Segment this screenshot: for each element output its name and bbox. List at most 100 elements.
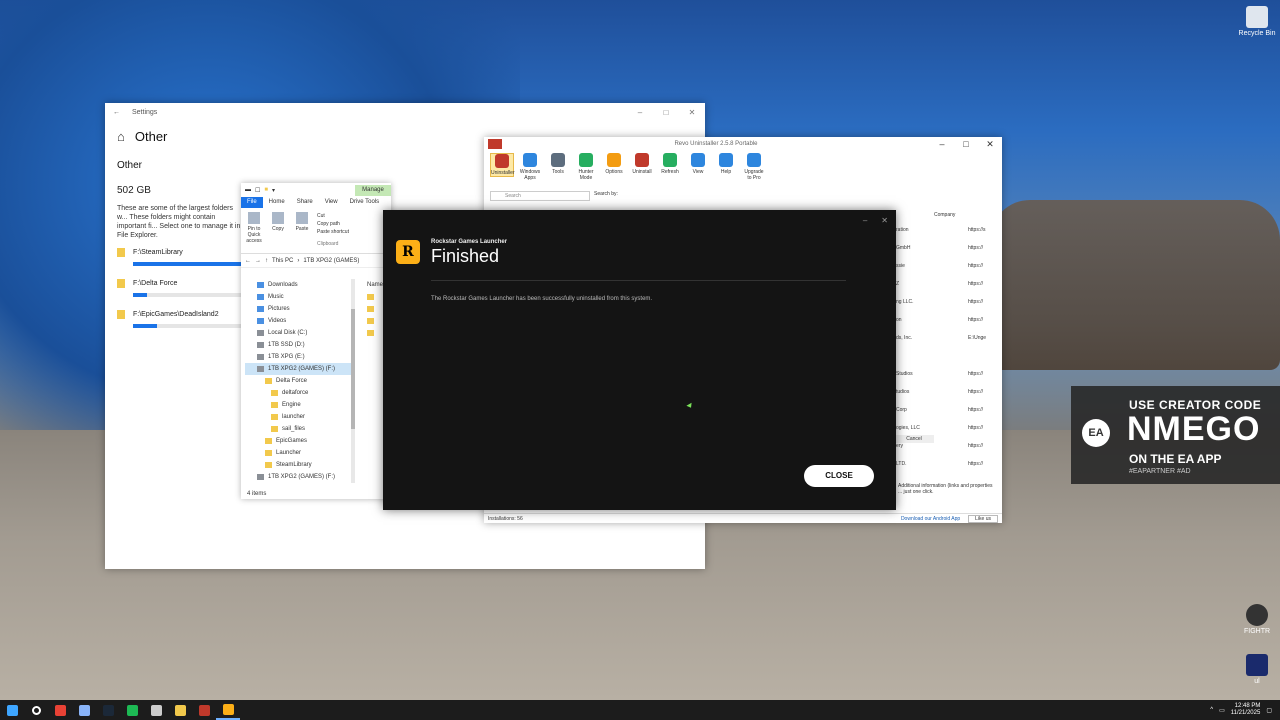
qa-icon[interactable]: ▬	[245, 187, 251, 193]
toolbar-button-help[interactable]: Help	[714, 153, 738, 175]
company-cell[interactable]: ds, Inc.	[896, 329, 936, 347]
paste-shortcut-button[interactable]: Paste shortcut	[317, 228, 349, 236]
list-item[interactable]	[367, 303, 383, 315]
network-icon[interactable]: ▭	[1219, 707, 1225, 714]
nav-item[interactable]: 1TB SSD (D:)	[245, 339, 355, 351]
toolbar-button-upgrade-to-pro[interactable]: Upgrade to Pro	[742, 153, 766, 181]
toolbar-button-view[interactable]: View	[686, 153, 710, 175]
close-icon[interactable]: ✕	[978, 139, 1002, 150]
link-cell[interactable]: https://	[968, 239, 996, 257]
company-cell[interactable]: ssie	[896, 257, 936, 275]
minimize-icon[interactable]: –	[863, 216, 867, 225]
desktop-app-icon[interactable]: ul	[1234, 654, 1280, 685]
forward-icon[interactable]: →	[255, 258, 261, 264]
company-cell[interactable]: GmbH	[896, 239, 936, 257]
link-cell[interactable]: https://	[968, 419, 996, 437]
nav-item[interactable]: Pictures	[245, 303, 355, 315]
company-cell[interactable]	[896, 347, 936, 365]
tab-drive-tools[interactable]: Drive Tools	[344, 197, 386, 208]
close-icon[interactable]: ✕	[881, 216, 888, 225]
link-cell[interactable]: https://	[968, 275, 996, 293]
nav-item[interactable]: Local Disk (C:)	[245, 327, 355, 339]
folder-item[interactable]: F:\SteamLibrary	[117, 248, 253, 266]
back-arrow-icon[interactable]: ←	[113, 109, 120, 116]
paste-button[interactable]: Paste	[293, 212, 311, 249]
nav-scrollbar[interactable]	[351, 279, 355, 483]
start-icon[interactable]	[0, 700, 24, 720]
nav-item[interactable]: launcher	[245, 411, 355, 423]
like-us-button[interactable]: Like us	[968, 514, 998, 523]
nav-item[interactable]: sail_files	[245, 423, 355, 435]
notifications-icon[interactable]: ▢	[1266, 707, 1272, 714]
list-item[interactable]	[367, 327, 383, 339]
toolbar-button-tools[interactable]: Tools	[546, 153, 570, 175]
maximize-icon[interactable]: □	[653, 108, 679, 117]
folder-item[interactable]: F:\EpicGames\DeadIsland2	[117, 310, 253, 328]
tab-share[interactable]: Share	[291, 197, 319, 208]
spotify-icon[interactable]	[120, 700, 144, 720]
pin-button[interactable]: Pin to Quick access	[245, 212, 263, 249]
nav-item[interactable]: 1TB XPG (E:)	[245, 351, 355, 363]
link-cell[interactable]: https://s	[968, 221, 996, 239]
minimize-icon[interactable]: –	[930, 139, 954, 149]
copy-path-button[interactable]: Copy path	[317, 220, 349, 228]
nav-item[interactable]: Delta Force	[245, 375, 355, 387]
company-cell[interactable]: Z	[896, 275, 936, 293]
qa-icon[interactable]: ☐	[255, 187, 260, 194]
company-cell[interactable]: ration	[896, 221, 936, 239]
tab-home[interactable]: Home	[263, 197, 291, 208]
copy-button[interactable]: Copy	[269, 212, 287, 249]
nav-item[interactable]: Videos	[245, 315, 355, 327]
link-cell[interactable]: https://	[968, 365, 996, 383]
clock[interactable]: 12:48 PM 11/21/2025	[1231, 703, 1261, 717]
maximize-icon[interactable]: □	[954, 139, 978, 149]
recycle-bin-icon[interactable]: Recycle Bin	[1234, 6, 1280, 37]
nav-item[interactable]: 1TB XPG2 (GAMES) (F:)	[245, 471, 355, 483]
download-android-link[interactable]: Download our Android App	[901, 516, 960, 522]
cancel-button[interactable]: Cancel	[894, 435, 934, 443]
toolbar-button-uninstall[interactable]: Uninstall	[630, 153, 654, 175]
rockstar-icon[interactable]	[216, 700, 240, 720]
link-cell[interactable]: https://	[968, 383, 996, 401]
tab-view[interactable]: View	[319, 197, 344, 208]
qa-dropdown-icon[interactable]: ▾	[272, 187, 275, 194]
nav-item[interactable]: Music	[245, 291, 355, 303]
app-icon[interactable]	[72, 700, 96, 720]
list-item[interactable]	[367, 291, 383, 303]
company-cell[interactable]: LTD.	[896, 455, 936, 473]
list-item[interactable]	[367, 315, 383, 327]
link-cell[interactable]	[968, 347, 996, 365]
toolbar-button-windows-apps[interactable]: Windows Apps	[518, 153, 542, 181]
fightr-icon[interactable]: FIGHTR	[1234, 604, 1280, 635]
settings-icon[interactable]	[144, 700, 168, 720]
minimize-icon[interactable]: –	[627, 108, 653, 117]
tab-file[interactable]: File	[241, 197, 263, 208]
cut-button[interactable]: Cut	[317, 212, 349, 220]
back-icon[interactable]: ←	[245, 258, 251, 264]
nav-item[interactable]: Launcher	[245, 447, 355, 459]
search-input[interactable]: Search	[490, 191, 590, 201]
nav-item[interactable]: 1TB XPG2 (GAMES) (F:)	[245, 363, 355, 375]
address-bar[interactable]: ← → ↑ This PC › 1TB XPG2 (GAMES)	[241, 254, 391, 268]
file-explorer-icon[interactable]	[168, 700, 192, 720]
link-cell[interactable]: https://	[968, 437, 996, 455]
chevron-up-icon[interactable]: ^	[1210, 707, 1213, 713]
company-cell[interactable]: on	[896, 311, 936, 329]
breadcrumb-drive[interactable]: 1TB XPG2 (GAMES)	[303, 258, 359, 264]
close-button[interactable]: CLOSE	[804, 465, 874, 487]
folder-item[interactable]: F:\Delta Force	[117, 279, 253, 297]
link-cell[interactable]: https://	[968, 293, 996, 311]
toolbar-button-refresh[interactable]: Refresh	[658, 153, 682, 175]
toolbar-button-uninstaller[interactable]: Uninstaller	[490, 153, 515, 177]
company-cell[interactable]: tudios	[896, 383, 936, 401]
nav-item[interactable]: Downloads	[245, 279, 355, 291]
company-cell[interactable]: Studios	[896, 365, 936, 383]
nav-item[interactable]: SteamLibrary	[245, 459, 355, 471]
nav-item[interactable]: deltaforce	[245, 387, 355, 399]
link-cell[interactable]: https://	[968, 257, 996, 275]
nav-item[interactable]: EpicGames	[245, 435, 355, 447]
link-cell[interactable]: https://	[968, 401, 996, 419]
link-cell[interactable]: https://	[968, 455, 996, 473]
scroll-thumb[interactable]	[351, 309, 355, 429]
column-header-name[interactable]: Name	[367, 279, 383, 291]
